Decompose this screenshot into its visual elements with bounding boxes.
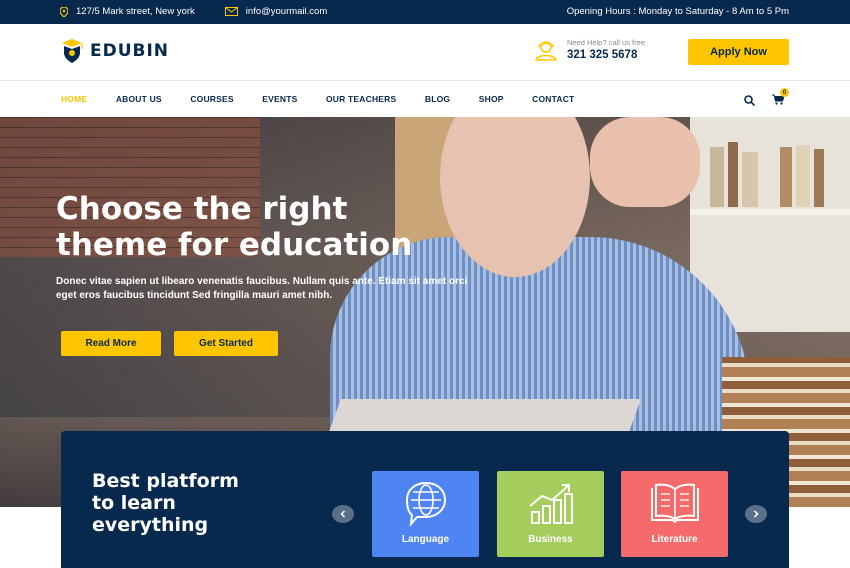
cart-count-badge: 0 xyxy=(780,88,789,97)
cart-button[interactable]: 0 xyxy=(772,88,789,110)
nav-item-about[interactable]: ABOUT US xyxy=(116,94,162,104)
category-card-literature[interactable]: Literature xyxy=(621,471,728,557)
chevron-right-icon xyxy=(753,510,759,518)
category-title: Best platform to learn everything xyxy=(92,470,292,536)
search-icon xyxy=(744,95,756,107)
logo-text: EDUBIN xyxy=(90,41,170,61)
main-nav: HOME ABOUT US COURSES EVENTS OUR TEACHER… xyxy=(0,81,850,117)
nav-item-events[interactable]: EVENTS xyxy=(262,94,297,104)
email-item[interactable]: info@yourmail.com xyxy=(224,6,327,17)
apply-now-button[interactable]: Apply Now xyxy=(688,39,789,65)
help-contact: Need Help? call us free 321 325 5678 xyxy=(534,38,645,61)
category-section: Best platform to learn everything Langua… xyxy=(61,431,789,568)
chart-icon xyxy=(528,484,573,524)
hero-title: Choose the right theme for education xyxy=(56,191,516,263)
help-label: Need Help? call us free xyxy=(567,38,645,47)
hero-title-line1: Choose the right xyxy=(56,191,348,227)
map-pin-icon xyxy=(60,6,68,17)
nav-item-shop[interactable]: SHOP xyxy=(479,94,504,104)
nav-item-blog[interactable]: BLOG xyxy=(425,94,450,104)
address-text: 127/5 Mark street, New york xyxy=(76,6,195,17)
graduation-cap-logo-icon xyxy=(62,39,83,63)
address-item: 127/5 Mark street, New york xyxy=(60,6,195,17)
book-icon xyxy=(650,483,699,524)
carousel-next-button[interactable] xyxy=(745,505,767,523)
category-card-literature-label: Literature xyxy=(651,534,698,545)
email-text[interactable]: info@yourmail.com xyxy=(246,6,327,17)
read-more-button[interactable]: Read More xyxy=(61,331,161,356)
category-title-line2: to learn xyxy=(92,492,176,514)
logo[interactable]: EDUBIN xyxy=(60,38,169,64)
search-button[interactable] xyxy=(744,93,756,111)
category-card-business-label: Business xyxy=(528,534,573,545)
support-agent-icon xyxy=(535,40,557,61)
nav-list: HOME ABOUT US COURSES EVENTS OUR TEACHER… xyxy=(61,94,603,104)
globe-icon xyxy=(405,482,446,526)
hero-title-line2: theme for education xyxy=(56,227,413,263)
opening-hours: Opening Hours : Monday to Saturday - 8 A… xyxy=(566,6,789,17)
header: EDUBIN Need Help? call us free 321 325 5… xyxy=(0,24,850,81)
hero-subtitle: Donec vitae sapien ut libearo venenatis … xyxy=(56,276,468,301)
nav-item-teachers[interactable]: OUR TEACHERS xyxy=(326,94,396,104)
envelope-icon xyxy=(224,7,238,16)
chevron-left-icon xyxy=(340,510,346,518)
nav-item-contact[interactable]: CONTACT xyxy=(532,94,574,104)
category-card-business[interactable]: Business xyxy=(497,471,604,557)
category-title-line3: everything xyxy=(92,514,209,536)
help-phone[interactable]: 321 325 5678 xyxy=(567,49,645,61)
top-bar-contacts: 127/5 Mark street, New york info@yourmai… xyxy=(60,6,357,17)
category-title-line1: Best platform xyxy=(92,470,239,492)
carousel-prev-button[interactable] xyxy=(332,505,354,523)
category-card-language-label: Language xyxy=(401,534,450,545)
category-card-language[interactable]: Language xyxy=(372,471,479,557)
nav-item-home[interactable]: HOME xyxy=(61,94,87,104)
get-started-button[interactable]: Get Started xyxy=(174,331,278,356)
nav-item-courses[interactable]: COURSES xyxy=(190,94,233,104)
hero-person-hand xyxy=(590,117,700,207)
top-bar: 127/5 Mark street, New york info@yourmai… xyxy=(0,0,850,24)
